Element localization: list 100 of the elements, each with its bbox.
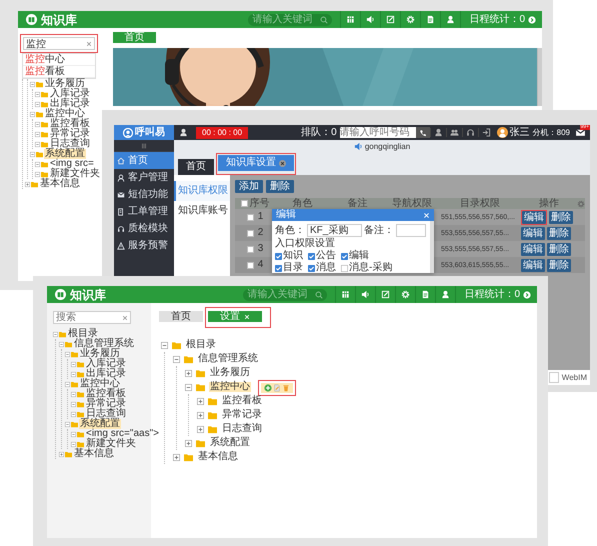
tab[interactable]: 首页 bbox=[159, 311, 203, 322]
expander-icon[interactable] bbox=[30, 112, 35, 116]
search-input[interactable]: 搜索 bbox=[56, 312, 122, 323]
tree-item[interactable]: 基本信息 bbox=[197, 452, 239, 462]
expander-icon[interactable] bbox=[35, 142, 40, 146]
expander-icon[interactable] bbox=[65, 352, 70, 356]
user-icon[interactable] bbox=[179, 128, 188, 137]
row-button[interactable]: 删除 bbox=[547, 242, 571, 256]
tree-item[interactable]: 出库记录 bbox=[49, 99, 91, 109]
avatar[interactable] bbox=[496, 127, 508, 138]
checkbox[interactable] bbox=[246, 246, 254, 252]
search-input[interactable]: 请输入关键词 bbox=[247, 288, 314, 300]
expander-icon[interactable] bbox=[71, 442, 76, 446]
suggestion-item[interactable]: 监控看板 bbox=[23, 66, 95, 78]
group-icon[interactable] bbox=[450, 128, 459, 137]
row-button[interactable]: 删除 bbox=[549, 210, 573, 224]
tree-item[interactable]: 业务履历 bbox=[79, 349, 121, 359]
suggestion-item[interactable]: 监控中心 bbox=[23, 54, 95, 66]
expander-icon[interactable] bbox=[197, 426, 204, 432]
tree-item[interactable]: 新建文件夹 bbox=[49, 169, 101, 179]
tree-item[interactable]: 业务履历 bbox=[209, 368, 251, 378]
tree-item[interactable]: 入库记录 bbox=[85, 359, 127, 369]
row-button[interactable]: 编辑 bbox=[521, 258, 545, 272]
menu-icon[interactable] bbox=[140, 142, 148, 150]
tree-item[interactable]: 异常记录 bbox=[49, 129, 91, 139]
document-icon[interactable] bbox=[421, 290, 430, 299]
tree-item[interactable]: 异常记录 bbox=[85, 399, 127, 409]
expander-icon[interactable] bbox=[65, 382, 70, 386]
tree-item[interactable]: 基本信息 bbox=[39, 179, 81, 189]
tree-item[interactable]: 监控中心 bbox=[209, 382, 251, 392]
expander-icon[interactable] bbox=[59, 452, 64, 456]
expander-icon[interactable] bbox=[197, 412, 204, 418]
settings-icon[interactable] bbox=[577, 200, 585, 208]
tree-item[interactable]: 信息管理系统 bbox=[197, 354, 259, 364]
dial-input[interactable]: 请输入呼叫号码 bbox=[340, 127, 416, 138]
tree-item[interactable]: 基本信息 bbox=[73, 449, 115, 459]
expander-icon[interactable] bbox=[35, 132, 40, 136]
expander-icon[interactable] bbox=[71, 372, 76, 376]
tree-item[interactable]: 根目录 bbox=[185, 340, 217, 350]
checkbox[interactable] bbox=[240, 200, 248, 207]
tree-item[interactable]: 新建文件夹 bbox=[85, 439, 137, 449]
expander-icon[interactable] bbox=[185, 370, 192, 376]
tree-item[interactable]: 日志查询 bbox=[85, 409, 127, 419]
tree-item[interactable]: 监控看板 bbox=[221, 396, 263, 406]
expander-icon[interactable] bbox=[30, 82, 35, 86]
expander-icon[interactable] bbox=[173, 454, 180, 460]
nav-item[interactable]: 客户管理 bbox=[114, 169, 174, 186]
delete-icon[interactable] bbox=[282, 384, 290, 392]
expander-icon[interactable] bbox=[161, 342, 168, 348]
expander-icon[interactable] bbox=[35, 172, 40, 176]
tree-item[interactable]: 监控看板 bbox=[49, 119, 91, 129]
subnav-item[interactable]: 知识库权限 bbox=[174, 181, 230, 201]
search-field[interactable]: 请输入关键词 bbox=[248, 14, 332, 26]
checkbox[interactable] bbox=[246, 230, 254, 236]
tree-item[interactable]: 系统配置 bbox=[44, 149, 86, 159]
checkbox[interactable] bbox=[246, 262, 254, 268]
tree-item[interactable]: 系统配置 bbox=[209, 438, 251, 448]
expander-icon[interactable] bbox=[65, 422, 70, 426]
checkbox[interactable] bbox=[341, 264, 348, 272]
call-button[interactable] bbox=[416, 127, 430, 138]
tree-item[interactable]: 出库记录 bbox=[85, 369, 127, 379]
tree-item[interactable]: 监控看板 bbox=[85, 389, 127, 399]
tree-item[interactable]: 监控中心 bbox=[79, 379, 121, 389]
tab[interactable]: 设置 bbox=[208, 311, 262, 322]
speaker-icon[interactable] bbox=[354, 142, 363, 151]
expander-icon[interactable] bbox=[173, 356, 180, 362]
agent-icon[interactable] bbox=[434, 128, 443, 137]
expander-icon[interactable] bbox=[71, 392, 76, 396]
chevron-icon[interactable] bbox=[528, 16, 536, 24]
expander-icon[interactable] bbox=[53, 332, 58, 336]
search-input[interactable]: 请输入关键词 bbox=[252, 14, 318, 26]
tree-item[interactable]: 日志查询 bbox=[221, 424, 263, 434]
chevron-icon[interactable] bbox=[523, 290, 531, 298]
toolbar-button[interactable]: 添加 bbox=[235, 180, 263, 193]
clear-icon[interactable] bbox=[86, 40, 92, 46]
close-icon[interactable] bbox=[279, 160, 286, 166]
row-button[interactable]: 编辑 bbox=[521, 242, 545, 256]
expander-icon[interactable] bbox=[71, 402, 76, 406]
input-field[interactable] bbox=[396, 224, 426, 237]
toolbar-button[interactable]: 删除 bbox=[266, 180, 294, 193]
edit-icon[interactable] bbox=[273, 384, 281, 392]
row-button[interactable]: 删除 bbox=[547, 226, 571, 240]
expander-icon[interactable] bbox=[185, 384, 192, 390]
tree-item[interactable]: <img src="aas"> bbox=[85, 429, 160, 439]
nav-item[interactable]: 工单管理 bbox=[114, 203, 174, 220]
nav-item[interactable]: 服务预警 bbox=[114, 237, 174, 254]
search-field[interactable]: 监控 bbox=[23, 37, 95, 50]
expander-icon[interactable] bbox=[59, 342, 64, 346]
exit-icon[interactable] bbox=[482, 128, 491, 137]
nav-item[interactable]: 质检模块 bbox=[114, 220, 174, 237]
row-button[interactable]: 编辑 bbox=[521, 226, 545, 240]
add-icon[interactable] bbox=[264, 384, 272, 392]
tree-item[interactable]: <img src= bbox=[49, 159, 95, 169]
expander-icon[interactable] bbox=[71, 362, 76, 366]
tree-item[interactable]: 根目录 bbox=[67, 329, 99, 339]
search-icon[interactable] bbox=[320, 16, 328, 24]
search-icon[interactable] bbox=[315, 290, 324, 298]
search-field[interactable]: 请输入关键词 bbox=[243, 288, 328, 300]
tree-item[interactable]: 信息管理系统 bbox=[73, 339, 135, 349]
expander-icon[interactable] bbox=[197, 398, 204, 404]
